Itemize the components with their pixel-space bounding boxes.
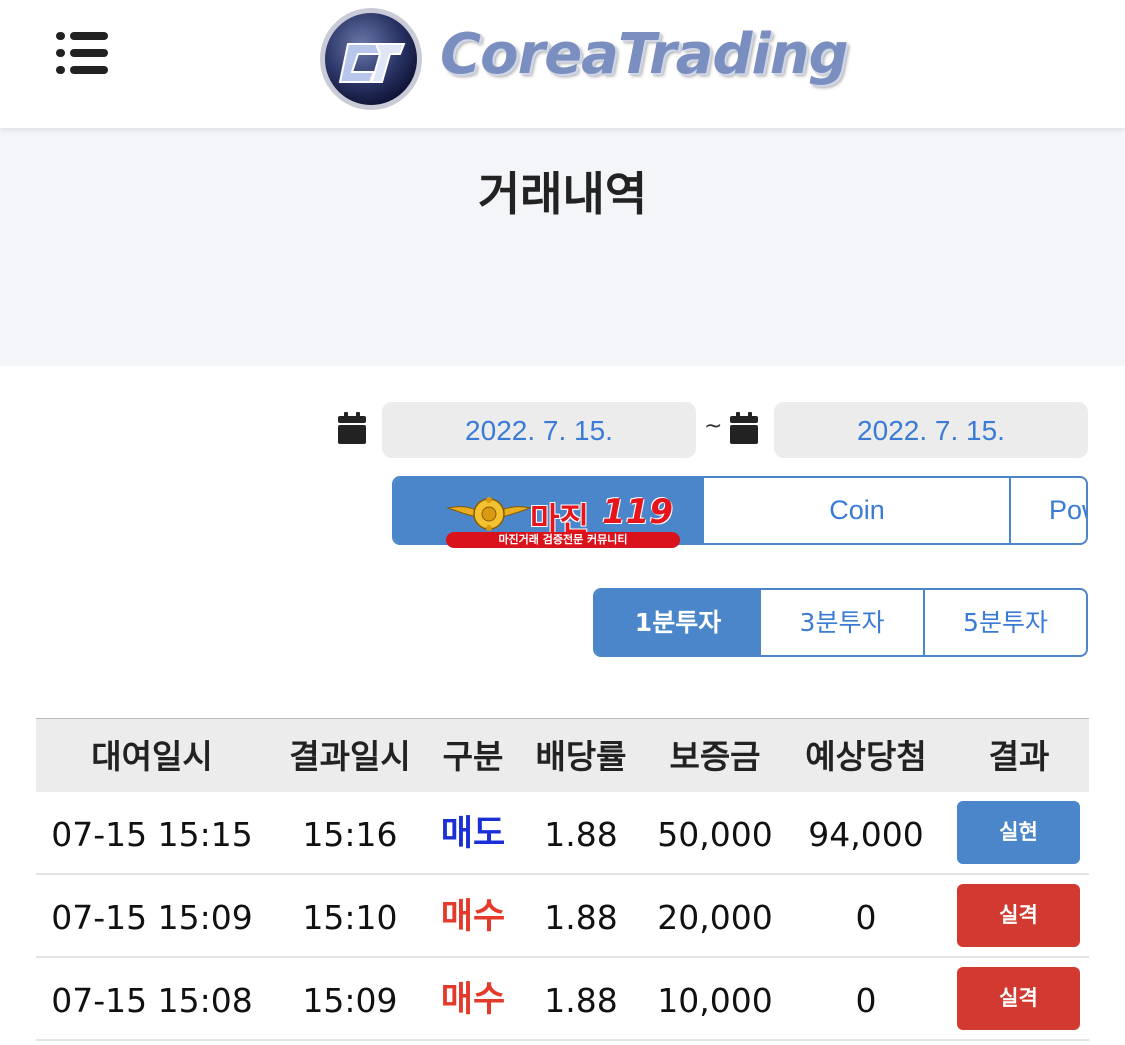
cell-odds: 1.88 bbox=[544, 981, 618, 1020]
cell-type-buy: 매수 bbox=[440, 980, 506, 1020]
badge-tagline: 마진거래 검증전문 커뮤니티 bbox=[446, 532, 680, 548]
cell-deposit: 20,000 bbox=[657, 898, 773, 937]
tab-3min[interactable]: 3분투자 bbox=[761, 590, 925, 655]
result-lose-button[interactable]: 실격 bbox=[957, 884, 1080, 947]
tab-1min[interactable]: 1분투자 bbox=[595, 590, 761, 655]
cell-type-sell: 매도 bbox=[440, 814, 506, 854]
cell-result-time: 15:10 bbox=[302, 898, 398, 937]
cell-rent-time: 07-15 15:15 bbox=[51, 815, 253, 854]
cell-result-time: 15:09 bbox=[302, 981, 398, 1020]
cell-deposit: 50,000 bbox=[657, 815, 773, 854]
end-date-input[interactable]: 2022. 7. 15. bbox=[774, 402, 1088, 458]
cell-result-time: 15:16 bbox=[302, 815, 398, 854]
col-header-odds: 배당률 bbox=[535, 737, 627, 776]
badge-number: 119 bbox=[602, 492, 673, 532]
result-win-button[interactable]: 실현 bbox=[957, 801, 1080, 864]
calendar-icon[interactable] bbox=[730, 412, 758, 444]
result-lose-button[interactable]: 실격 bbox=[957, 967, 1080, 1030]
cell-expected: 94,000 bbox=[808, 815, 924, 854]
table-row: 07-15 15:09 15:10 매수 1.88 20,000 0 실격 bbox=[36, 875, 1089, 958]
app-header: CoreaTrading bbox=[0, 0, 1125, 128]
tab-pow[interactable]: Pow bbox=[1011, 478, 1086, 543]
menu-icon[interactable] bbox=[56, 32, 112, 76]
calendar-icon[interactable] bbox=[338, 412, 366, 444]
tab-coin[interactable]: Coin bbox=[704, 478, 1010, 543]
table-row: 07-15 15:08 15:09 매수 1.88 10,000 0 실격 bbox=[36, 958, 1089, 1041]
cell-rent-time: 07-15 15:09 bbox=[51, 898, 253, 937]
cell-odds: 1.88 bbox=[544, 815, 618, 854]
logo-mark-icon[interactable] bbox=[318, 6, 424, 112]
date-range-separator: ~ bbox=[704, 414, 723, 439]
cell-rent-time: 07-15 15:08 bbox=[51, 981, 253, 1020]
col-header-type: 구분 bbox=[442, 737, 504, 776]
col-header-rent-time: 대여일시 bbox=[91, 737, 213, 776]
logo-text[interactable]: CoreaTrading bbox=[440, 22, 849, 87]
col-header-expected: 예상당첨 bbox=[805, 737, 927, 776]
start-date-input[interactable]: 2022. 7. 15. bbox=[382, 402, 696, 458]
cell-type-buy: 매수 bbox=[440, 897, 506, 937]
cell-deposit: 10,000 bbox=[657, 981, 773, 1020]
tab-5min[interactable]: 5분투자 bbox=[925, 590, 1086, 655]
eagle-emblem-icon bbox=[446, 497, 532, 531]
page-title: 거래내역 bbox=[477, 167, 648, 221]
marine-badge: 마진 119 마진거래 검증전문 커뮤니티 bbox=[446, 492, 680, 550]
col-header-result-time: 결과일시 bbox=[289, 737, 411, 776]
interval-tabs: 1분투자 3분투자 5분투자 bbox=[593, 588, 1088, 657]
table-row: 07-15 15:15 15:16 매도 1.88 50,000 94,000 … bbox=[36, 792, 1089, 875]
cell-expected: 0 bbox=[855, 898, 877, 937]
col-header-result: 결과 bbox=[988, 737, 1050, 776]
cell-odds: 1.88 bbox=[544, 898, 618, 937]
cell-expected: 0 bbox=[855, 981, 877, 1020]
col-header-deposit: 보증금 bbox=[669, 737, 761, 776]
table-header: 대여일시 결과일시 구분 배당률 보증금 예상당첨 결과 bbox=[36, 718, 1089, 792]
